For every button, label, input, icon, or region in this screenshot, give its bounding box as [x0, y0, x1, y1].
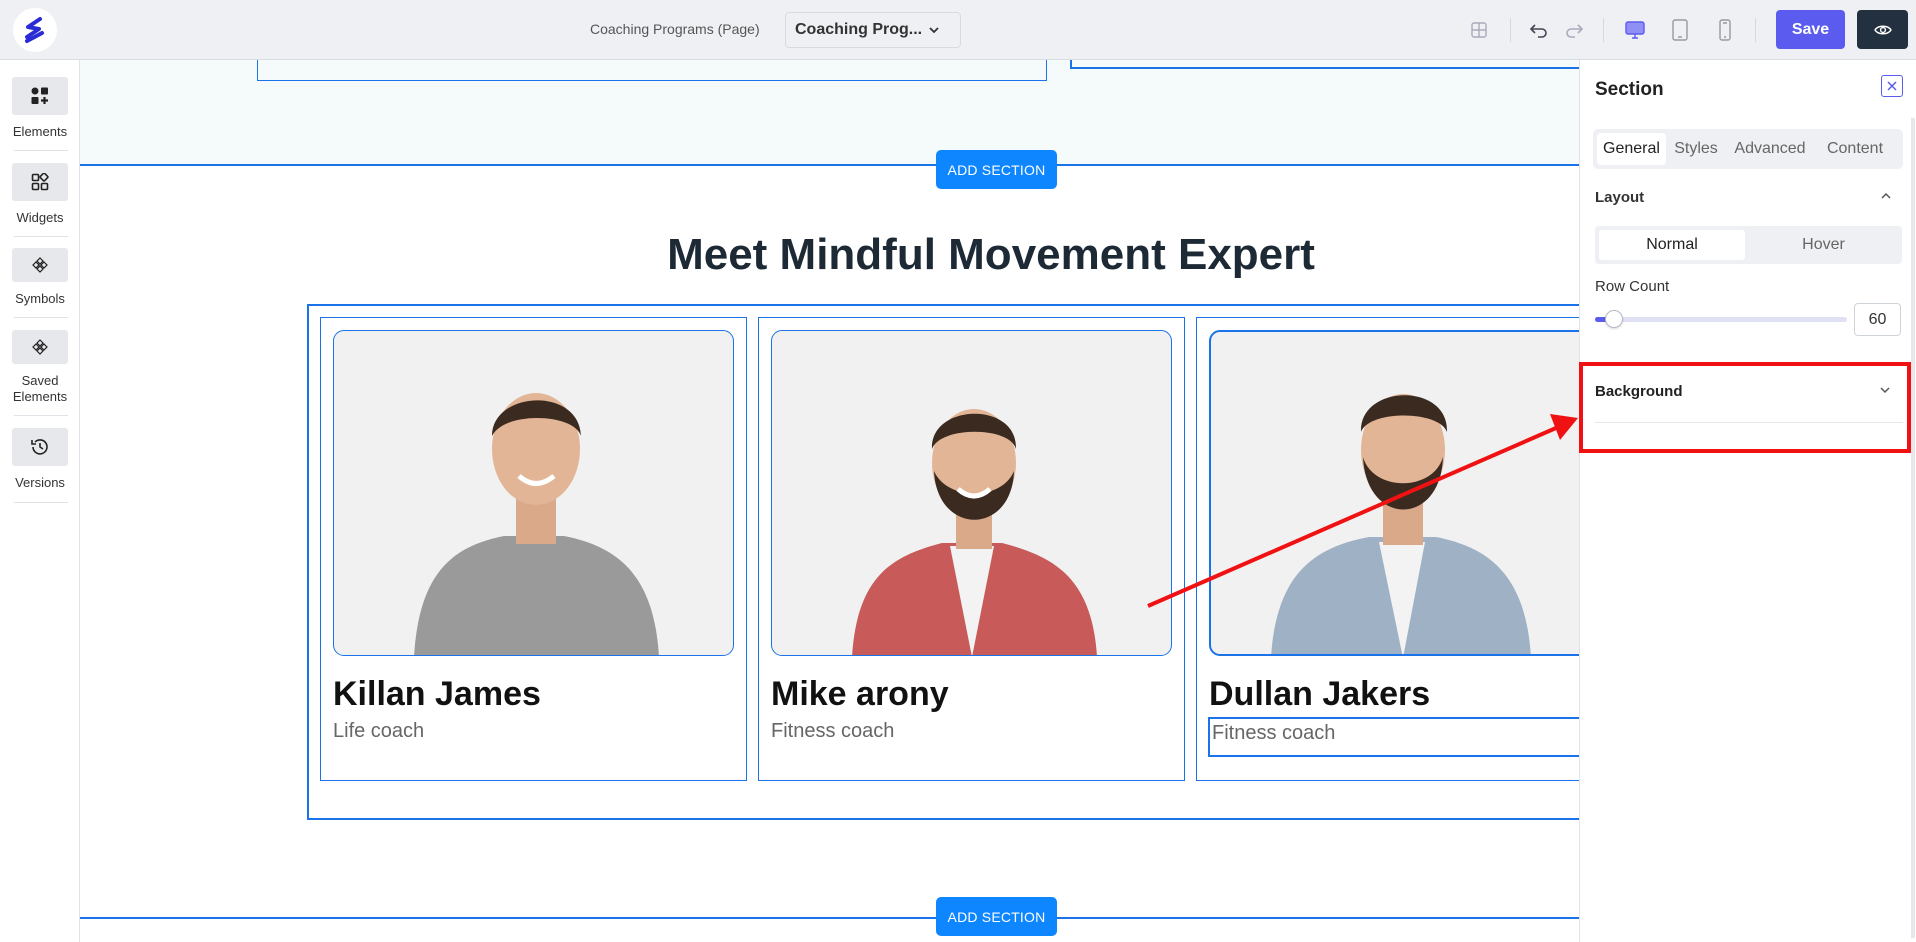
tab-styles[interactable]: Styles — [1668, 133, 1724, 165]
add-section-button[interactable]: ADD SECTION — [936, 150, 1057, 189]
sidebar-divider — [14, 317, 68, 318]
panel-tabs: General Styles Advanced Content — [1593, 129, 1903, 169]
section-heading[interactable]: Meet Mindful Movement Expert — [80, 230, 1580, 280]
app-logo[interactable] — [13, 8, 57, 52]
sidebar-item-label: Symbols — [15, 291, 65, 306]
person-photo-icon — [414, 393, 659, 655]
tablet-icon[interactable] — [1667, 17, 1693, 43]
sidebar-item-label: Versions — [15, 475, 65, 490]
team-card[interactable]: Mike arony Fitness coach — [758, 317, 1185, 781]
toolbar-divider — [1510, 18, 1511, 42]
add-section-button[interactable]: ADD SECTION — [936, 897, 1057, 936]
elements-icon — [12, 77, 68, 115]
desktop-icon[interactable] — [1622, 17, 1648, 43]
history-icon — [12, 428, 68, 466]
coach-name[interactable]: Mike arony — [771, 675, 949, 714]
sidebar-item-versions[interactable]: Versions — [8, 428, 72, 491]
eye-icon — [1873, 25, 1892, 34]
chevron-up-icon[interactable] — [1878, 188, 1894, 204]
annotation-highlight-box — [1579, 362, 1911, 453]
sidebar-divider — [14, 150, 68, 151]
coach-name[interactable]: Killan James — [333, 675, 541, 714]
person-photo-icon — [1271, 394, 1531, 654]
person-photo-icon — [852, 409, 1097, 655]
top-bar: Coaching Programs (Page) Coaching Prog..… — [0, 0, 1916, 60]
tab-general[interactable]: General — [1597, 133, 1666, 165]
page-builder-app: Coaching Programs (Page) Coaching Prog..… — [0, 0, 1916, 942]
coach-role[interactable]: Fitness coach — [771, 720, 894, 743]
sidebar-item-elements[interactable]: Elements — [8, 77, 72, 140]
tab-content[interactable]: Content — [1815, 133, 1895, 165]
section-boundary — [80, 917, 1580, 919]
layout-heading[interactable]: Layout — [1595, 189, 1644, 206]
state-normal[interactable]: Normal — [1599, 230, 1745, 260]
previous-section-block[interactable] — [1070, 60, 1580, 69]
team-card[interactable]: Dullan Jakers Fitness coach — [1196, 317, 1580, 781]
sidebar-item-saved-elements[interactable]: Saved Elements — [8, 330, 72, 405]
sidebar-item-label: Elements — [12, 124, 68, 139]
row-count-input[interactable]: 60 — [1854, 303, 1901, 336]
sidebar-item-label: Widgets — [16, 210, 64, 225]
coach-role[interactable]: Life coach — [333, 720, 424, 743]
sidebar-divider — [14, 415, 68, 416]
properties-panel: Section General Styles Advanced Content … — [1579, 60, 1916, 942]
page-selector[interactable]: Coaching Prog... — [785, 12, 961, 48]
sidebar-item-label: Saved Elements — [12, 373, 68, 404]
coach-photo[interactable] — [1209, 330, 1580, 656]
slider-thumb[interactable] — [1605, 310, 1624, 328]
mobile-icon[interactable] — [1712, 17, 1738, 43]
preview-button[interactable] — [1857, 10, 1908, 49]
left-sidebar: Elements Widgets Symbols Saved Elements — [0, 60, 80, 942]
editor-canvas: ADD SECTION Meet Mindful Movement Expert… — [80, 60, 1580, 942]
sidebar-item-widgets[interactable]: Widgets — [8, 163, 72, 226]
page-name-label: Coaching Programs (Page) — [590, 21, 760, 37]
team-card[interactable]: Killan James Life coach — [320, 317, 747, 781]
coach-name[interactable]: Dullan Jakers — [1209, 675, 1430, 714]
close-icon[interactable] — [1881, 75, 1903, 97]
panel-title: Section — [1595, 79, 1664, 100]
toolbar-divider — [1603, 18, 1604, 42]
row-count-slider[interactable] — [1595, 310, 1847, 328]
row-count-label: Row Count — [1595, 278, 1670, 295]
save-button[interactable]: Save — [1776, 10, 1845, 49]
previous-section[interactable] — [80, 60, 1580, 166]
coach-photo[interactable] — [771, 330, 1172, 656]
widgets-icon — [12, 163, 68, 201]
sidebar-item-symbols[interactable]: Symbols — [8, 248, 72, 307]
sidebar-divider — [14, 236, 68, 237]
undo-icon[interactable] — [1526, 17, 1552, 43]
symbols-icon — [12, 248, 68, 282]
page-selector-value: Coaching Prog... — [795, 21, 923, 38]
sidebar-divider — [14, 502, 68, 503]
panel-scrollbar[interactable] — [1911, 118, 1915, 938]
tab-advanced[interactable]: Advanced — [1728, 133, 1812, 165]
state-toggle: Normal Hover — [1595, 226, 1902, 264]
logo-icon — [18, 13, 52, 47]
coach-role[interactable]: Fitness coach — [1208, 717, 1580, 757]
toolbar-divider — [1755, 18, 1756, 42]
chevron-down-icon — [929, 27, 939, 34]
saved-elements-icon — [12, 330, 68, 364]
state-hover[interactable]: Hover — [1749, 230, 1898, 260]
layout-grid-icon[interactable] — [1466, 17, 1492, 43]
redo-icon[interactable] — [1561, 17, 1587, 43]
previous-section-block[interactable] — [257, 60, 1047, 81]
coach-photo[interactable] — [333, 330, 734, 656]
